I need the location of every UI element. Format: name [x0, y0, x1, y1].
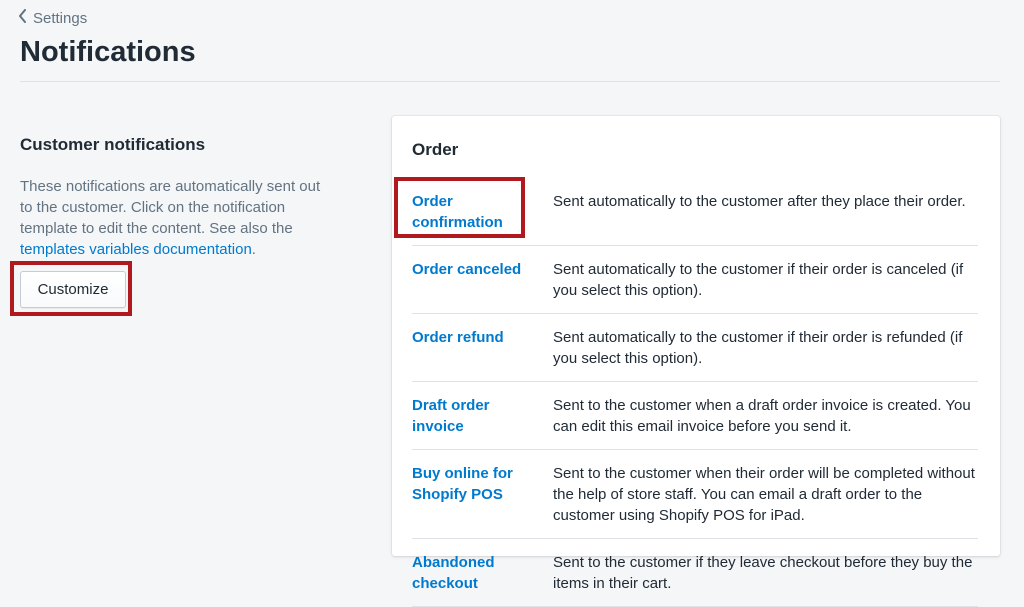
- customer-notifications-section: Customer notifications These notificatio…: [20, 135, 340, 260]
- notification-description: Sent to the customer when their order wi…: [553, 465, 975, 524]
- section-title: Customer notifications: [20, 135, 206, 154]
- notification-description: Sent automatically to the customer after…: [553, 193, 966, 210]
- header-divider: [20, 81, 1000, 82]
- card-title: Order: [412, 140, 459, 159]
- notification-row: Order confirmation Sent automatically to…: [412, 178, 978, 246]
- notification-row: Abandoned checkout Sent to the customer …: [412, 539, 978, 607]
- notification-description: Sent to the customer when a draft order …: [553, 397, 971, 435]
- breadcrumb-label: Settings: [33, 9, 88, 27]
- breadcrumb-settings[interactable]: Settings: [18, 9, 87, 27]
- notification-link-buy-online-pos[interactable]: Buy online for Shopify POS: [412, 463, 553, 526]
- notification-link-abandoned-checkout[interactable]: Abandoned checkout: [412, 552, 553, 594]
- notification-list: Order confirmation Sent automatically to…: [412, 178, 978, 607]
- notification-link-draft-order-invoice[interactable]: Draft order invoice: [412, 395, 553, 437]
- section-description: These notifications are automatically se…: [20, 178, 321, 258]
- chevron-left-icon: [18, 9, 27, 27]
- customize-button[interactable]: Customize: [20, 271, 126, 308]
- notification-row: Order canceled Sent automatically to the…: [412, 246, 978, 314]
- notification-link-order-refund[interactable]: Order refund: [412, 327, 553, 369]
- order-card: Order Order confirmation Sent automatica…: [392, 116, 1000, 607]
- notification-description: Sent automatically to the customer if th…: [553, 261, 964, 299]
- notification-link-order-canceled[interactable]: Order canceled: [412, 259, 553, 301]
- page-title: Notifications: [20, 36, 196, 68]
- notification-description: Sent to the customer if they leave check…: [553, 554, 973, 592]
- notification-link-order-confirmation[interactable]: Order confirmation: [412, 191, 553, 233]
- notification-row: Draft order invoice Sent to the customer…: [412, 382, 978, 450]
- notification-row: Order refund Sent automatically to the c…: [412, 314, 978, 382]
- templates-variables-link[interactable]: templates variables documentation: [20, 241, 252, 258]
- notification-row: Buy online for Shopify POS Sent to the c…: [412, 450, 978, 539]
- notification-description: Sent automatically to the customer if th…: [553, 329, 963, 367]
